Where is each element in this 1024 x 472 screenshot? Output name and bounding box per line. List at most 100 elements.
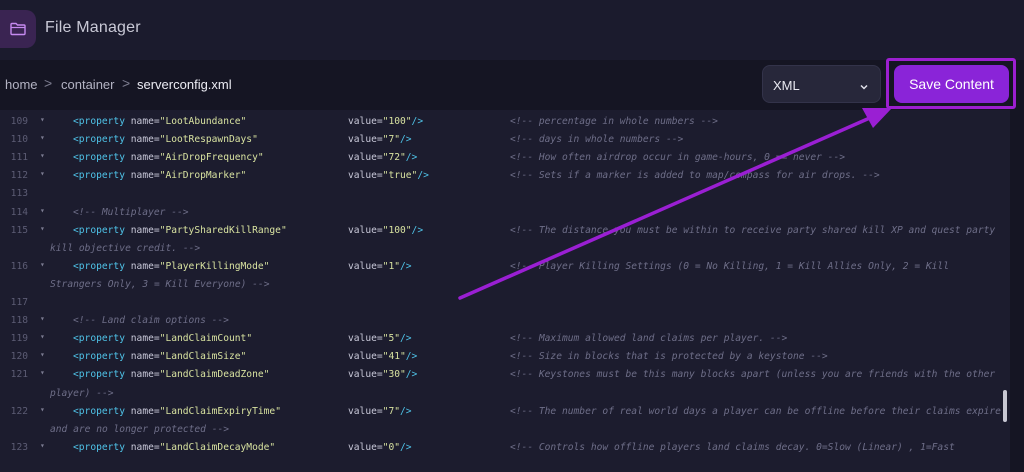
fold-toggle-icon[interactable]: ▾ (40, 115, 45, 124)
property-tag: <property name="LandClaimCount" (73, 333, 253, 345)
inline-comment: <!-- Size in blocks that is protected by… (510, 351, 828, 363)
top-bar: File Manager (0, 0, 1024, 60)
property-name: LandClaimSize (165, 351, 241, 363)
inline-comment: <!-- Player Killing Settings (0 = No Kil… (510, 260, 949, 272)
property-value: value="7"/> (348, 405, 412, 417)
line-number: 113 (10, 188, 28, 200)
code-line[interactable]: 109 ▾ <property name="LootAbundance" value=… (0, 113, 1010, 131)
breadcrumb-item-container[interactable]: container (61, 77, 114, 92)
breadcrumb-item-home[interactable]: home (5, 77, 38, 92)
property-value: value="1"/> (348, 260, 412, 272)
breadcrumb-item-current-file: serverconfig.xml (137, 77, 232, 92)
line-number: 110 (10, 134, 28, 146)
code-line[interactable]: 115 ▾ <property name="PartySharedKillRange… (0, 222, 1010, 240)
inline-comment: <!-- The distance you must be within to … (510, 224, 996, 236)
inline-comment: <!-- Maximum allowed land claims per pla… (510, 333, 788, 345)
property-value-text: 100 (388, 224, 406, 236)
code-line-wrap[interactable]: kill objective credit. --> (0, 240, 1010, 258)
language-select[interactable]: XML (762, 65, 881, 103)
folder-icon (0, 10, 36, 48)
fold-toggle-icon[interactable]: ▾ (40, 314, 45, 323)
fold-toggle-icon[interactable]: ▾ (40, 368, 45, 377)
code-line[interactable]: 110 ▾ <property name="LootRespawnDays" valu… (0, 131, 1010, 149)
property-value-text: true (388, 170, 412, 182)
inline-comment: <!-- Sets if a marker is added to map/co… (510, 170, 880, 182)
property-name: AirDropMarker (165, 170, 241, 182)
code-line[interactable]: 123 ▾ <property name="LandClaimDecayMode" v… (0, 439, 1010, 457)
save-content-button[interactable]: Save Content (894, 65, 1009, 103)
property-name: PlayerKillingMode (165, 260, 264, 272)
property-value-text: 100 (388, 116, 406, 127)
section-comment: <!-- Land claim options --> (73, 315, 229, 327)
fold-toggle-icon[interactable]: ▾ (40, 441, 45, 450)
fold-toggle-icon[interactable]: ▾ (40, 206, 45, 215)
property-tag: <property name="PlayerKillingMode" (73, 260, 270, 272)
property-tag: <property name="LandClaimExpiryTime" (73, 405, 281, 417)
wrapped-comment: kill objective credit. --> (50, 242, 201, 254)
code-line[interactable]: 114 ▾ <!-- Multiplayer --> (0, 204, 1010, 222)
section-comment: <!-- Multiplayer --> (73, 206, 189, 218)
editor-scrollbar[interactable] (1010, 110, 1024, 472)
line-number: 114 (10, 206, 28, 218)
breadcrumb-separator: > (122, 75, 131, 91)
code-line[interactable]: 120 ▾ <property name="LandClaimSize" value=… (0, 348, 1010, 366)
property-value: value="30"/> (348, 369, 418, 381)
fold-toggle-icon[interactable]: ▾ (40, 151, 45, 160)
breadcrumb-separator: > (44, 75, 53, 91)
inline-comment: <!-- Controls how offline players land c… (510, 441, 955, 453)
line-number: 116 (10, 260, 28, 272)
line-number: 115 (10, 224, 28, 236)
line-number: 121 (10, 369, 28, 381)
code-editor[interactable]: 109 ▾ <property name="LootAbundance" value=… (0, 110, 1010, 472)
property-value: value="0"/> (348, 441, 412, 453)
fold-toggle-icon[interactable]: ▾ (40, 224, 45, 233)
code-line[interactable]: 116 ▾ <property name="PlayerKillingMode" va… (0, 258, 1010, 276)
code-line[interactable]: 113 (0, 185, 1010, 203)
line-number: 111 (10, 152, 28, 164)
inline-comment: <!-- How often airdrop occur in game-hou… (510, 152, 846, 164)
wrapped-comment: and are no longer protected --> (50, 423, 230, 435)
fold-toggle-icon[interactable]: ▾ (40, 169, 45, 178)
fold-toggle-icon[interactable]: ▾ (40, 133, 45, 142)
inline-comment: <!-- The number of real world days a pla… (510, 405, 1001, 417)
code-line[interactable]: 122 ▾ <property name="LandClaimExpiryTime"… (0, 403, 1010, 421)
code-line[interactable]: 121 ▾ <property name="LandClaimDeadZone" va… (0, 366, 1010, 384)
fold-toggle-icon[interactable]: ▾ (40, 332, 45, 341)
property-tag: <property name="LootRespawnDays" (73, 134, 258, 146)
editor-scrollbar-thumb[interactable] (1003, 390, 1007, 422)
property-name: PartySharedKillRange (165, 224, 281, 236)
property-value: value="100"/> (348, 116, 424, 127)
fold-toggle-icon[interactable]: ▾ (40, 260, 45, 269)
code-line[interactable]: 118 ▾ <!-- Land claim options --> (0, 312, 1010, 330)
code-line-wrap[interactable]: player) --> (0, 385, 1010, 403)
line-number: 109 (10, 116, 28, 127)
wrapped-comment: Strangers Only, 3 = Kill Everyone) --> (50, 278, 270, 290)
line-number: 117 (10, 297, 28, 308)
property-name: LandClaimCount (165, 333, 247, 345)
property-value-text: 30 (388, 369, 400, 381)
app-title: File Manager (45, 19, 141, 36)
code-line[interactable]: 119 ▾ <property name="LandClaimCount" value… (0, 330, 1010, 348)
line-number: 119 (10, 333, 28, 345)
fold-toggle-icon[interactable]: ▾ (40, 350, 45, 359)
property-name: AirDropFrequency (165, 152, 258, 164)
property-name: LootAbundance (165, 116, 241, 127)
property-tag: <property name="AirDropFrequency" (73, 152, 264, 164)
line-number: 123 (10, 441, 28, 453)
property-name: LandClaimDecayMode (165, 441, 270, 453)
property-name: LandClaimDeadZone (165, 369, 264, 381)
property-value: value="true"/> (348, 170, 429, 182)
code-line[interactable]: 112 ▾ <property name="AirDropMarker" value=… (0, 167, 1010, 185)
fold-toggle-icon[interactable]: ▾ (40, 405, 45, 414)
code-line[interactable]: 117 (0, 294, 1010, 312)
code-line-wrap[interactable]: and are no longer protected --> (0, 421, 1010, 439)
line-number: 112 (10, 170, 28, 182)
code-line[interactable]: 111 ▾ <property name="AirDropFrequency" val… (0, 149, 1010, 167)
property-name: LootRespawnDays (165, 134, 253, 146)
property-value: value="41"/> (348, 351, 418, 363)
property-tag: <property name="LootAbundance" (73, 116, 247, 127)
inline-comment: <!-- days in whole numbers --> (510, 134, 684, 146)
property-value: value="5"/> (348, 333, 412, 345)
property-value-text: 41 (388, 351, 400, 363)
code-line-wrap[interactable]: Strangers Only, 3 = Kill Everyone) --> (0, 276, 1010, 294)
